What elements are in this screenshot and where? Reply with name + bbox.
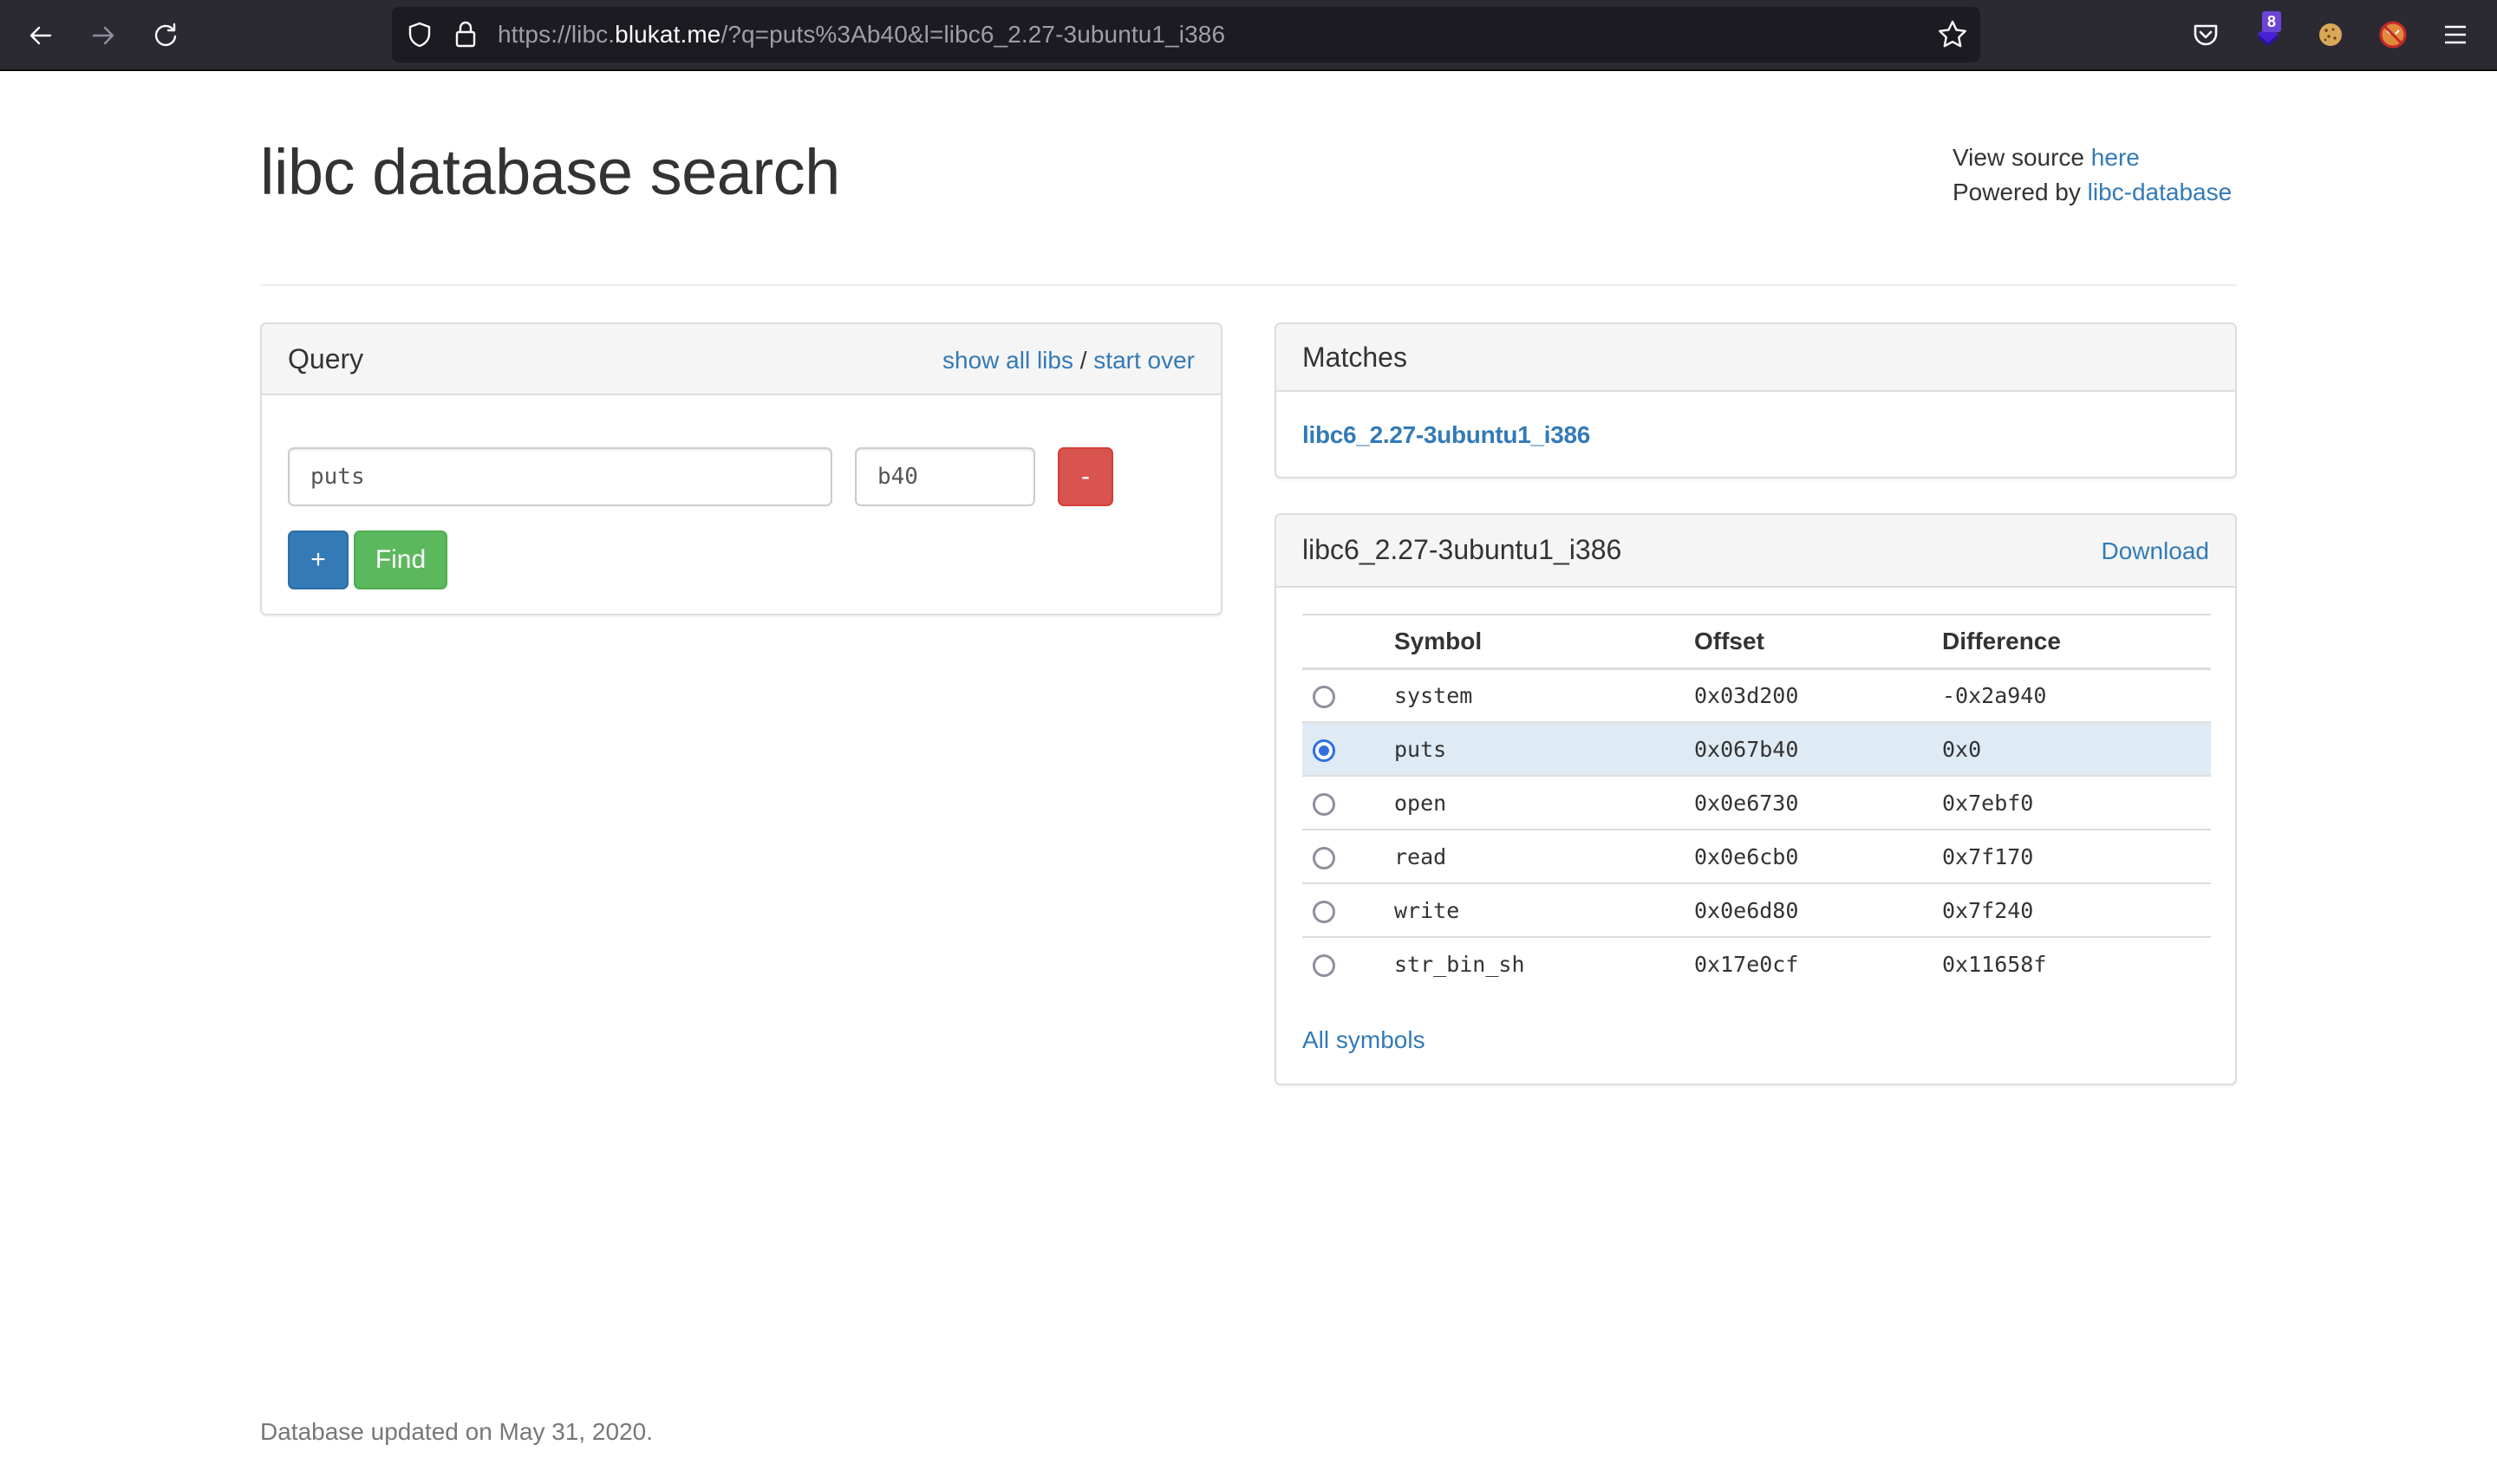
symbol-cell: read [1394,830,1694,884]
offset-cell: 0x067b40 [1694,722,1942,777]
blocked-fox-icon [2379,21,2407,49]
row-select-radio[interactable] [1313,846,1335,869]
symbol-cell: open [1394,776,1694,830]
offset-cell: 0x0e6d80 [1694,883,1942,938]
column-header-offset: Offset [1694,614,1942,670]
view-source-label: View source [1953,144,2091,171]
start-over-link[interactable]: start over [1093,347,1195,374]
symbol-cell: system [1394,668,1694,723]
row-select-cell [1302,776,1394,830]
all-symbols-link[interactable]: All symbols [1302,1026,1425,1054]
match-item-link[interactable]: libc6_2.27-3ubuntu1_i386 [1302,421,1590,449]
row-select-radio[interactable] [1313,685,1335,708]
table-header-row: Symbol Offset Difference [1302,614,2211,670]
url-host: blukat.me [615,21,721,48]
extension-badge: 8 [2262,11,2281,32]
offset-cell: 0x17e0cf [1694,952,1799,977]
row-select-radio[interactable] [1313,739,1335,762]
blocker-extension-button[interactable] [2376,17,2410,52]
menu-icon [2445,25,2466,44]
offset-cell: 0x0e6730 [1694,776,1942,830]
view-source-line: View source here [1953,140,2232,175]
find-button[interactable]: Find [354,530,447,589]
table-row[interactable]: read 0x0e6cb0 0x7f170 [1302,830,2211,884]
table-row[interactable]: write 0x0e6d80 0x7f240 [1302,883,2211,938]
back-button[interactable] [21,16,61,55]
row-select-cell [1302,883,1394,938]
forward-button[interactable] [83,16,123,55]
row-select-radio[interactable] [1313,792,1335,816]
symbols-table-body: system 0x03d200 -0x2a940 puts 0x067b40 0x0 ope… [1302,668,2211,991]
url-prefix: https://libc. [498,21,616,48]
powered-by-label: Powered by [1953,179,2088,205]
row-select-cell [1302,830,1394,884]
library-title: libc6_2.27-3ubuntu1_i386 [1302,534,1622,565]
address-bar[interactable]: https://libc.blukat.me/?q=puts%3Ab40&l=l… [392,7,1980,62]
show-all-libs-link[interactable]: show all libs [942,347,1073,374]
row-select-cell [1302,937,1394,991]
row-select-cell [1302,668,1394,723]
url-suffix: /?q=puts%3Ab40&l=libc6_2.27-3ubuntu1_i38… [720,21,1226,48]
column-header-symbol: Symbol [1394,614,1694,670]
column-header-difference: Difference [1942,614,2211,670]
matches-panel: Matches libc6_2.27-3ubuntu1_i386 [1275,322,2237,478]
forward-icon [92,26,114,45]
difference-cell: 0x11658f [1942,952,2047,977]
table-row[interactable]: open 0x0e6730 0x7ebf0 [1302,776,2211,830]
difference-cell: -0x2a940 [1942,668,2211,723]
reload-button[interactable] [146,16,186,55]
symbol-cell: puts [1394,722,1694,777]
table-row[interactable]: puts 0x067b40 0x0 [1302,722,2211,777]
offset-cell: 0x0e6cb0 [1694,830,1942,884]
shield-icon[interactable] [406,21,434,49]
page-title: libc database search [260,136,840,208]
lock-icon[interactable] [453,19,479,49]
pocket-icon [2194,24,2218,46]
query-title: Query [288,343,364,374]
difference-cell: 0x7f240 [1942,883,2211,938]
query-links: show all libs / start over [942,347,1195,374]
row-select-radio[interactable] [1313,954,1335,977]
symbols-table: Symbol Offset Difference system 0x03d200-… [1302,614,2211,991]
header-links: View source here Powered by libc-databas… [1953,140,2232,210]
libc-database-link[interactable]: libc-database [2088,179,2233,205]
powered-by-line: Powered by libc-database [1953,175,2232,210]
header-divider [260,284,2237,286]
table-row[interactable]: str_bin_sh 0x17e0cf 0x11658f [1302,937,2211,991]
row-select-cell [1302,722,1394,777]
difference-cell: 0x0 [1942,722,2211,777]
query-panel-heading: Query show all libs / start over [262,324,1221,395]
download-link[interactable]: Download [2101,537,2209,565]
reload-icon [154,23,177,47]
column-header-select [1302,614,1394,670]
browser-toolbar: https://libc.blukat.me/?q=puts%3Ab40&l=l… [0,0,2497,71]
offset-cell: 0x03d200 [1694,668,1942,723]
matches-title: Matches [1302,342,1407,373]
add-row-button[interactable]: + [288,530,349,589]
back-icon [29,26,52,45]
cookie-extension-button[interactable] [2313,17,2348,52]
link-separator: / [1072,347,1094,374]
bookmark-star-icon[interactable] [1937,19,1968,50]
pocket-button[interactable] [2188,17,2223,52]
view-source-link[interactable]: here [2091,144,2140,171]
library-panel: libc6_2.27-3ubuntu1_i386 Download Symbol… [1275,513,2237,1085]
symbol-cell: str_bin_sh [1394,952,1525,977]
query-panel: Query show all libs / start over puts b4… [260,322,1222,615]
library-panel-heading: libc6_2.27-3ubuntu1_i386 Download [1276,515,2235,588]
row-select-radio[interactable] [1313,900,1335,923]
difference-cell: 0x7ebf0 [1942,776,2211,830]
symbol-cell: write [1394,883,1694,938]
symbol-offset-input[interactable]: b40 [855,447,1035,506]
remove-row-button[interactable]: - [1058,447,1113,506]
url-text[interactable]: https://libc.blukat.me/?q=puts%3Ab40&l=l… [498,19,1225,50]
app-menu-button[interactable] [2438,17,2473,52]
table-row[interactable]: system 0x03d200 -0x2a940 [1302,668,2211,723]
difference-cell: 0x7f170 [1942,830,2211,884]
symbol-name-input[interactable]: puts [288,447,832,506]
cookie-icon [2319,23,2342,46]
footer-updated-text: Database updated on May 31, 2020. [260,1418,654,1445]
matches-panel-heading: Matches [1276,324,2235,392]
